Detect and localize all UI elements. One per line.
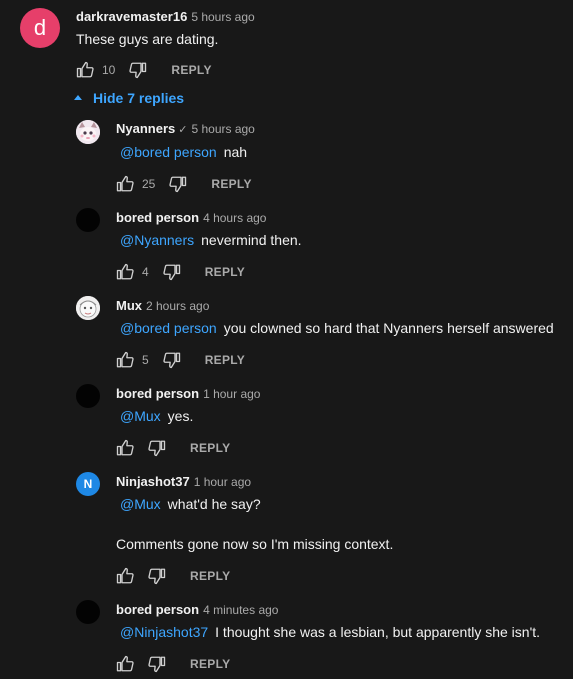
author-name[interactable]: Mux bbox=[116, 298, 142, 313]
author-name[interactable]: darkravemaster16 bbox=[76, 9, 187, 24]
comment-body: I thought she was a lesbian, but apparen… bbox=[215, 624, 541, 640]
thumbs-down-icon[interactable] bbox=[148, 439, 166, 457]
thumbs-up-icon[interactable] bbox=[116, 567, 134, 585]
mention-link[interactable]: @Nyanners bbox=[120, 232, 194, 248]
hide-replies-button[interactable]: Hide 7 replies bbox=[74, 88, 184, 108]
thumbs-up-icon[interactable] bbox=[116, 351, 134, 369]
timestamp[interactable]: 4 hours ago bbox=[203, 211, 266, 225]
avatar[interactable]: N bbox=[76, 472, 100, 496]
comment-actions: 5 REPLY bbox=[116, 350, 245, 370]
author-name[interactable]: bored person bbox=[116, 602, 199, 617]
thumbs-up-icon[interactable] bbox=[116, 655, 134, 673]
comment-body: yes. bbox=[167, 408, 194, 424]
like-count: 5 bbox=[142, 353, 149, 367]
author-name[interactable]: Nyanners bbox=[116, 121, 175, 136]
thumbs-down-icon[interactable] bbox=[163, 351, 181, 369]
comment-header: bored person 4 minutes ago bbox=[116, 602, 278, 617]
hide-replies-label: Hide 7 replies bbox=[93, 90, 185, 106]
mention-link[interactable]: @Mux bbox=[120, 408, 161, 424]
avatar[interactable] bbox=[76, 296, 100, 320]
thumbs-down-icon[interactable] bbox=[148, 567, 166, 585]
reply-button[interactable]: REPLY bbox=[205, 353, 245, 367]
verified-check-icon: ✓ bbox=[178, 124, 188, 136]
timestamp[interactable]: 5 hours ago bbox=[191, 122, 254, 136]
comment-body: nah bbox=[223, 144, 248, 160]
comment-text: @Ninjashot37 I thought she was a lesbian,… bbox=[116, 624, 540, 640]
reply-button[interactable]: REPLY bbox=[190, 569, 230, 583]
thumbs-down-icon[interactable] bbox=[148, 655, 166, 673]
author-name[interactable]: bored person bbox=[116, 210, 199, 225]
thumbs-up-icon[interactable] bbox=[76, 61, 94, 79]
comment-text: @bored person nah bbox=[116, 144, 247, 160]
author-name[interactable]: bored person bbox=[116, 386, 199, 401]
reply-button[interactable]: REPLY bbox=[190, 441, 230, 455]
comment-text-line-2: Comments gone now so I'm missing context… bbox=[116, 536, 394, 552]
thumbs-down-icon[interactable] bbox=[169, 175, 187, 193]
thumbs-down-icon[interactable] bbox=[163, 263, 181, 281]
mention-link[interactable]: @Ninjashot37 bbox=[120, 624, 208, 640]
timestamp[interactable]: 4 minutes ago bbox=[203, 603, 278, 617]
anime-avatar-icon bbox=[76, 120, 100, 144]
reply-button[interactable]: REPLY bbox=[171, 63, 211, 77]
mention-link[interactable]: @Mux bbox=[120, 496, 161, 512]
reply-button[interactable]: REPLY bbox=[190, 657, 230, 671]
timestamp[interactable]: 2 hours ago bbox=[146, 299, 209, 313]
timestamp[interactable]: 1 hour ago bbox=[194, 475, 251, 489]
like-count: 25 bbox=[142, 177, 156, 191]
comment-body: you clowned so hard that Nyanners hersel… bbox=[223, 320, 554, 336]
comment-text: @Mux what'd he say? bbox=[116, 496, 261, 512]
comment-header: darkravemaster16 5 hours ago bbox=[76, 9, 255, 24]
timestamp[interactable]: 5 hours ago bbox=[191, 10, 254, 24]
like-count: 4 bbox=[142, 265, 149, 279]
comment-actions: REPLY bbox=[116, 654, 230, 674]
comment-text: These guys are dating. bbox=[76, 31, 219, 47]
timestamp[interactable]: 1 hour ago bbox=[203, 387, 260, 401]
comment-header: bored person 4 hours ago bbox=[116, 210, 266, 225]
reply-button[interactable]: REPLY bbox=[211, 177, 251, 191]
reply-button[interactable]: REPLY bbox=[205, 265, 245, 279]
mention-link[interactable]: @bored person bbox=[120, 320, 217, 336]
thumbs-up-icon[interactable] bbox=[116, 175, 134, 193]
thumbs-up-icon[interactable] bbox=[116, 439, 134, 457]
like-count: 10 bbox=[102, 63, 116, 77]
comment-text: @Nyanners nevermind then. bbox=[116, 232, 302, 248]
mention-link[interactable]: @bored person bbox=[120, 144, 217, 160]
thumbs-down-icon[interactable] bbox=[129, 61, 147, 79]
comment-text: @bored person you clowned so hard that Ny… bbox=[116, 320, 554, 336]
avatar[interactable] bbox=[76, 600, 100, 624]
thumbs-up-icon[interactable] bbox=[116, 263, 134, 281]
comment-actions: 10 REPLY bbox=[76, 60, 212, 80]
avatar[interactable]: d bbox=[20, 8, 60, 48]
comment-header: bored person 1 hour ago bbox=[116, 386, 260, 401]
sketch-avatar-icon bbox=[76, 296, 100, 320]
comment-header: Nyanners ✓ 5 hours ago bbox=[116, 121, 255, 136]
comment-body: nevermind then. bbox=[201, 232, 302, 248]
comment-body: what'd he say? bbox=[167, 496, 261, 512]
comment-actions: REPLY bbox=[116, 566, 230, 586]
comment-text: @Mux yes. bbox=[116, 408, 193, 424]
chevron-up-icon bbox=[74, 95, 82, 100]
comment-header: Mux 2 hours ago bbox=[116, 298, 209, 313]
avatar[interactable] bbox=[76, 120, 100, 144]
author-name[interactable]: Ninjashot37 bbox=[116, 474, 190, 489]
avatar[interactable] bbox=[76, 208, 100, 232]
comment-actions: REPLY bbox=[116, 438, 230, 458]
avatar[interactable] bbox=[76, 384, 100, 408]
comment-actions: 25 REPLY bbox=[116, 174, 252, 194]
comment-header: Ninjashot37 1 hour ago bbox=[116, 474, 251, 489]
comment-actions: 4 REPLY bbox=[116, 262, 245, 282]
